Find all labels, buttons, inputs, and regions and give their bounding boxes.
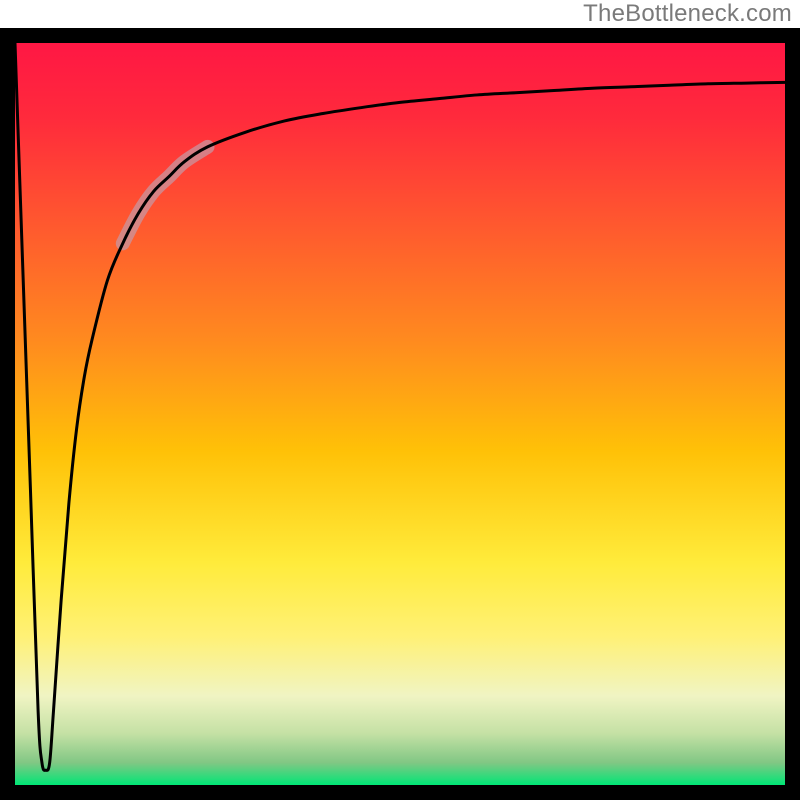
bottleneck-chart: TheBottleneck.com xyxy=(0,0,800,800)
attribution-label: TheBottleneck.com xyxy=(583,0,792,28)
chart-plot-area xyxy=(0,0,800,800)
plot-background xyxy=(15,43,785,785)
